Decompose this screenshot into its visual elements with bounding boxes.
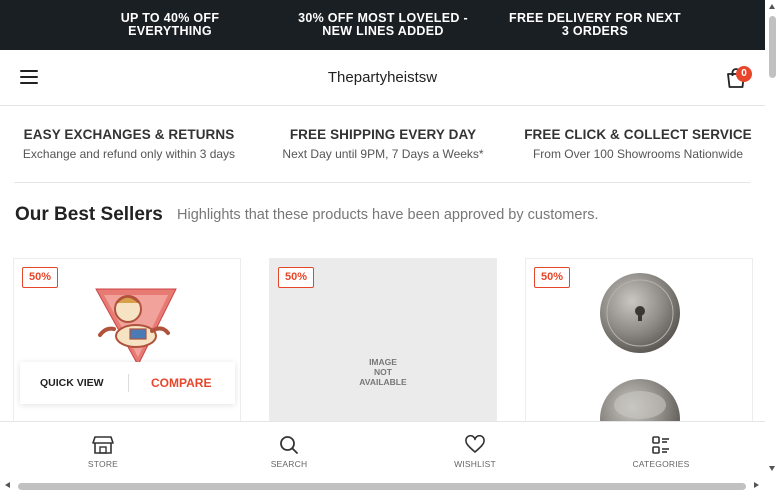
nav-search[interactable]: SEARCH [229,422,349,469]
bottom-navigation: STORE SEARCH WISHLIST CATEGORIES [0,421,765,479]
discount-badge: 50% [278,267,315,288]
feature-title: FREE CLICK & COLLECT SERVICE [524,127,752,142]
promo-bar: UP TO 40% OFF EVERYTHING 30% OFF MOST LO… [0,0,765,50]
product-image[interactable] [84,281,180,367]
discount-badge: 50% [534,267,571,288]
vertical-scroll-thumb[interactable] [769,16,776,78]
nav-label: WISHLIST [454,459,496,469]
section-divider [14,182,750,183]
feature-subtitle: From Over 100 Showrooms Nationwide [532,147,744,161]
site-header: Thepartyheistsw 0 [0,50,765,106]
placeholder-line: IMAGE [369,357,397,367]
feature-click-collect: FREE CLICK & COLLECT SERVICE From Over 1… [518,127,758,161]
compare-button[interactable]: COMPARE [151,376,211,390]
placeholder-line: AVAILABLE [359,377,407,387]
discount-badge: 50% [22,267,59,288]
store-icon [92,436,114,454]
brand-logo[interactable]: Thepartyheistsw [0,69,765,86]
nav-label: CATEGORIES [632,459,690,469]
nav-categories[interactable]: CATEGORIES [601,422,721,469]
nav-label: STORE [87,459,119,469]
search-icon [280,436,298,454]
actions-divider [128,374,129,392]
categories-icon [652,436,669,454]
promo-line: NEW LINES ADDED [322,24,444,38]
feature-title: FREE SHIPPING EVERY DAY [289,127,477,142]
nav-wishlist[interactable]: WISHLIST [415,422,535,469]
feature-title: EASY EXCHANGES & RETURNS [23,127,235,142]
scroll-right-arrow-icon[interactable] [754,482,759,488]
scroll-left-arrow-icon[interactable] [5,482,10,488]
cart-count-badge: 0 [736,66,752,82]
section-title: Our Best Sellers [15,204,163,225]
scroll-down-arrow-icon[interactable] [769,466,775,471]
promo-item-discount[interactable]: UP TO 40% OFF EVERYTHING [100,12,240,38]
feature-exchanges: EASY EXCHANGES & RETURNS Exchange and re… [14,127,244,161]
product-actions: QUICK VIEW COMPARE [20,362,235,404]
horizontal-scroll-thumb[interactable] [18,483,746,490]
heart-icon [465,435,485,453]
image-not-available-placeholder[interactable]: IMAGE NOT AVAILABLE [270,357,496,387]
promo-line: EVERYTHING [128,24,212,38]
promo-line: 3 ORDERS [561,24,629,38]
promo-item-new-lines[interactable]: 30% OFF MOST LOVELED - NEW LINES ADDED [283,12,483,38]
section-subtitle: Highlights that these products have been… [177,207,599,223]
scroll-up-arrow-icon[interactable] [769,4,775,9]
vertical-scrollbar[interactable] [765,0,780,479]
feature-subtitle: Next Day until 9PM, 7 Days a Weeks* [282,147,484,161]
nav-label: SEARCH [270,459,308,469]
horizontal-scrollbar[interactable] [0,479,780,493]
placeholder-line: NOT [374,367,392,377]
quick-view-button[interactable]: QUICK VIEW [40,377,104,389]
feature-subtitle: Exchange and refund only within 3 days [22,147,236,161]
promo-item-free-delivery[interactable]: FREE DELIVERY FOR NEXT 3 ORDERS [495,12,695,38]
nav-store[interactable]: STORE [43,422,163,469]
feature-shipping: FREE SHIPPING EVERY DAY Next Day until 9… [268,127,498,161]
